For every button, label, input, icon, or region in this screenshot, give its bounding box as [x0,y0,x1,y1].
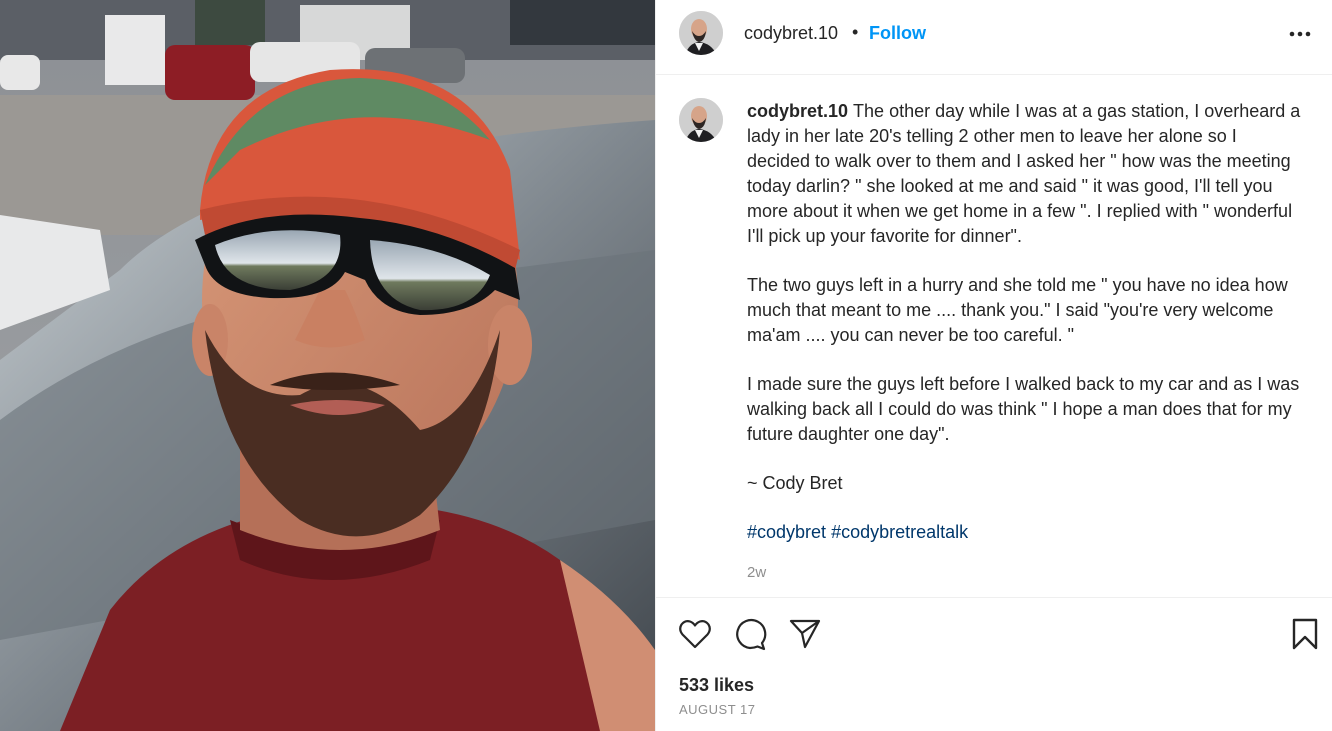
caption-paragraph: I made sure the guys left before I walke… [747,374,1300,444]
post-photo[interactable] [0,0,655,731]
heart-icon[interactable] [678,617,712,651]
post-details-panel: codybret.10 • Follow codybret.10 The oth… [655,0,1332,731]
author-username[interactable]: codybret.10 [744,23,838,44]
caption-username[interactable]: codybret.10 [747,101,848,121]
hashtag-link[interactable]: #codybret [747,522,826,542]
selfie-image [0,0,655,731]
caption-signature: ~ Cody Bret [747,473,843,493]
caption-paragraph: The two guys left in a hurry and she tol… [747,275,1288,345]
caption-section: codybret.10 The other day while I was at … [656,76,1332,598]
hashtags: #codybret #codybretrealtalk [747,520,1302,545]
post-date[interactable]: August 17 [679,702,756,717]
instagram-post: codybret.10 • Follow codybret.10 The oth… [0,0,1332,731]
action-bar [656,599,1332,669]
post-header: codybret.10 • Follow [656,0,1332,75]
author-avatar[interactable] [679,11,723,55]
hashtag-link[interactable]: #codybretrealtalk [831,522,968,542]
likes-count[interactable]: 533 likes [679,675,754,696]
caption-paragraph-text: The other day while I was at a gas stati… [747,101,1301,246]
bookmark-icon[interactable] [1288,617,1322,651]
follow-button[interactable]: Follow [869,23,926,44]
paper-plane-icon[interactable] [788,617,822,651]
more-options-icon[interactable] [1287,22,1313,46]
caption-text: codybret.10 The other day while I was at … [747,99,1302,585]
separator-dot: • [852,22,859,42]
caption-timestamp[interactable]: 2w [747,560,1302,585]
caption-avatar[interactable] [679,98,723,142]
caption-paragraph: codybret.10 The other day while I was at … [747,99,1302,249]
comment-bubble-icon[interactable] [733,617,767,651]
